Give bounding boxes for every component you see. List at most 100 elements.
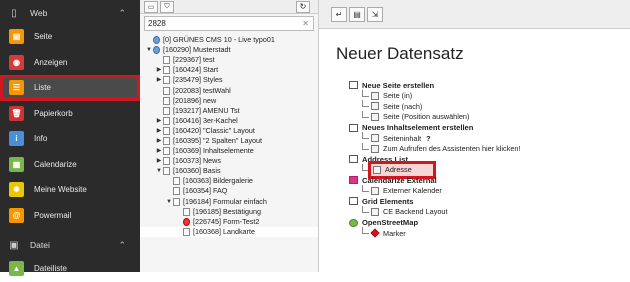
wizard-item[interactable]: Externer Kalender [349, 184, 624, 197]
tree-node[interactable]: ▶ [160369] Inhaltselemente [140, 146, 318, 156]
powermail-icon: @ [9, 207, 24, 223]
module-group-web[interactable]: ▯ Web ⌃ [0, 2, 140, 24]
clear-search-icon[interactable]: ✕ [302, 19, 309, 28]
calendarize-icon [349, 176, 358, 185]
wizard-item[interactable]: Seiteninhalt? [349, 132, 624, 144]
collapse-toggle-icon[interactable]: ▼ [155, 166, 163, 176]
page-icon [163, 86, 170, 95]
tree-node[interactable]: ▶ [235479] Styles [140, 75, 318, 85]
expand-toggle-icon[interactable]: ▶ [155, 75, 163, 85]
tree-node[interactable]: ▶ [160395] "2 Spalten" Layout [140, 136, 318, 146]
marker-icon [370, 228, 380, 238]
page-icon [163, 167, 170, 176]
wizard-item[interactable]: Marker [349, 227, 624, 239]
tree-node[interactable]: [202083] testWahl [140, 85, 318, 95]
wizard-item[interactable]: Seite (nach) [349, 100, 624, 112]
expand-toggle-icon[interactable]: ▶ [155, 116, 163, 126]
module-item-label: Liste [34, 83, 51, 93]
page-icon [163, 157, 170, 166]
expand-toggle-icon[interactable]: ▶ [155, 156, 163, 166]
tree-node-label: [160369] Inhaltselemente [173, 146, 254, 156]
expand-toggle-icon[interactable]: ▶ [155, 136, 163, 146]
tree-node[interactable]: ▶ [160373] News [140, 156, 318, 166]
module-item-label: Info [34, 134, 48, 144]
module-item-papierkorb[interactable]: 🗑 Papierkorb [0, 101, 140, 127]
module-item-powermail[interactable]: @ Powermail [0, 203, 140, 229]
module-item-calendarize[interactable]: ▦ Calendarize [0, 152, 140, 178]
list-module-icon: ☰ [9, 80, 24, 96]
module-group-label: Datei [30, 240, 50, 250]
tree-connector [362, 142, 369, 150]
sun-icon: ✹ [9, 182, 24, 198]
tree-node-label: [160395] "2 Spalten" Layout [173, 135, 263, 145]
page-module-icon: ▤ [9, 29, 24, 45]
back-icon[interactable]: ↵ [331, 6, 347, 22]
info-module-icon: i [9, 131, 24, 147]
new-record-icon[interactable]: ▤ [349, 6, 365, 22]
tree-node[interactable]: ▼ [160360] Basis [140, 166, 318, 176]
doc-header-toolbar: ↵ ▤ ⇲ [319, 0, 630, 29]
wizard-section: Neue Seite erstellen [349, 80, 624, 91]
tree-node[interactable]: [160354] FAQ [140, 186, 318, 196]
tree-node[interactable]: [201896] new [140, 96, 318, 106]
wizard-section-title: Neues Inhaltselement erstellen [362, 123, 474, 133]
tree-node[interactable]: [229367] test [140, 55, 318, 65]
tree-node[interactable]: [226745] Form-Test2 [140, 217, 318, 227]
wizard-item[interactable]: Seite (Position auswählen) [349, 110, 624, 123]
wizard-section-title: OpenStreetMap [362, 218, 419, 227]
page-tree: ▭ ⛉ ↻ 2828 ✕ [0] GRÜNES CMS 10 - Live ty… [140, 0, 319, 272]
page-icon [163, 106, 170, 115]
expand-toggle-icon[interactable]: ▶ [155, 65, 163, 75]
site-root-icon [153, 36, 160, 45]
page-icon [163, 136, 170, 145]
module-group-datei[interactable]: ▣ Datei ⌃ [0, 234, 140, 256]
page-icon [163, 116, 170, 125]
tree-connector [362, 227, 369, 235]
wizard-item-label: Marker [383, 228, 406, 238]
tree-node[interactable]: ▶ [160424] Start [140, 65, 318, 75]
chevron-up-icon[interactable]: ⌃ [118, 8, 126, 19]
collapse-toggle-icon[interactable]: ▼ [145, 45, 153, 55]
tree-node-label: [160368] Landkarte [193, 226, 255, 236]
image-icon: ▣ [9, 239, 19, 251]
tree-node[interactable]: [160368] Landkarte [140, 226, 318, 237]
tree-node[interactable]: [160363] Bildergalerie [140, 176, 318, 186]
module-item-liste[interactable]: ☰ Liste [0, 75, 140, 101]
refresh-icon[interactable]: ↻ [296, 0, 310, 13]
view-module-icon: ◉ [9, 54, 24, 70]
tree-toolbar: ▭ ⛉ ↻ [140, 0, 318, 14]
tree-node[interactable]: ▼ [160290] Musterstadt [140, 45, 318, 55]
module-item-seite[interactable]: ▤ Seite [0, 24, 140, 50]
collapse-toggle-icon[interactable]: ▼ [165, 197, 173, 207]
new-page-drag-icon[interactable]: ▭ [144, 0, 158, 13]
filelist-module-icon: ▲ [9, 261, 24, 277]
expand-toggle-icon[interactable]: ▶ [155, 146, 163, 156]
wizard-item[interactable]: Seite (in) [349, 89, 624, 102]
module-item-meine-website[interactable]: ✹ Meine Website [0, 177, 140, 203]
record-icon [371, 144, 379, 153]
tree-search-input[interactable]: 2828 ✕ [144, 16, 314, 31]
new-record-wizard: Neue Seite erstellen Seite (in) Seite (nac… [349, 80, 624, 238]
module-item-dateiliste[interactable]: ▲ Dateiliste [0, 256, 140, 282]
tree-node[interactable]: [193217] AMENU Tst [140, 106, 318, 116]
tree-node-label: [160373] News [173, 156, 221, 166]
tree-node-label: [229367] test [173, 55, 215, 65]
wizard-item[interactable]: CE Backend Layout [349, 205, 624, 218]
module-item-info[interactable]: i Info [0, 126, 140, 152]
filter-icon[interactable]: ⛉ [160, 0, 174, 13]
wizard-item[interactable]: Zum Aufrufen des Assistenten hier klicke… [349, 142, 624, 154]
tree-connector [362, 132, 369, 140]
module-item-anzeigen[interactable]: ◉ Anzeigen [0, 50, 140, 76]
tree-node[interactable]: ▶ [160416] 3er-Kachel [140, 116, 318, 126]
chevron-up-icon[interactable]: ⌃ [118, 240, 126, 251]
tree-node-label: [160290] Musterstadt [163, 45, 231, 55]
hidden-page-icon [183, 217, 190, 226]
export-icon[interactable]: ⇲ [367, 6, 383, 22]
tree-node[interactable]: [0] GRÜNES CMS 10 - Live typo01 [140, 35, 318, 45]
wizard-item[interactable]: Adresse [349, 160, 624, 179]
tree-node[interactable]: ▼ [196184] Formular einfach [140, 197, 318, 207]
tree-node-label: [160424] Start [173, 65, 219, 75]
tree-node[interactable]: ▶ [160420] "Classic" Layout [140, 126, 318, 136]
tree-node[interactable]: [196185] Bestätigung [140, 207, 318, 217]
expand-toggle-icon[interactable]: ▶ [155, 126, 163, 136]
